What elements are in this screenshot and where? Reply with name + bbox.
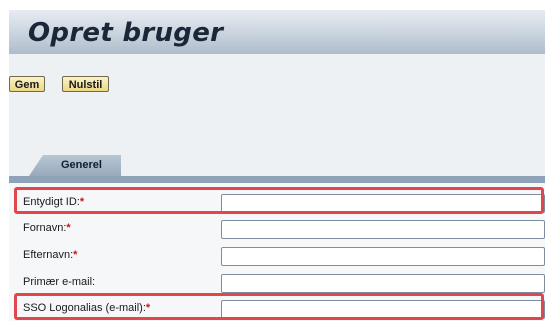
first-name-label: Fornavn:* [23,222,71,234]
required-marker: * [66,222,71,234]
sso-alias-label: SSO Logonalias (e-mail):* [23,302,151,314]
primary-email-label: Primær e-mail: [23,276,96,288]
required-marker: * [73,249,78,261]
sso-alias-input[interactable] [221,300,545,319]
form-row-last-name: Efternavn:* [9,244,545,266]
primary-email-input[interactable] [221,274,545,293]
first-name-input[interactable] [221,220,545,239]
user-form: Entydigt ID:* Fornavn:* Efternavn:* Prim… [9,183,545,321]
form-row-sso-alias: SSO Logonalias (e-mail):* [9,297,545,319]
unique-id-label: Entydigt ID:* [23,196,85,208]
toolbar: Gem Nulstil [9,54,545,152]
form-row-primary-email: Primær e-mail: [9,271,545,293]
form-row-first-name: Fornavn:* [9,217,545,239]
form-row-unique-id: Entydigt ID:* [9,191,545,213]
required-marker: * [145,302,151,314]
page-title: Opret bruger [28,18,224,48]
reset-button[interactable]: Nulstil [62,76,109,92]
last-name-input[interactable] [221,247,545,266]
tab-generel[interactable]: Generel [29,155,121,176]
tab-label: Generel [61,159,102,171]
last-name-label: Efternavn:* [23,249,78,261]
required-marker: * [79,196,85,208]
unique-id-input[interactable] [221,194,545,213]
tabstrip: Generel [9,152,545,183]
page-header: Opret bruger [9,10,545,54]
save-button[interactable]: Gem [9,76,45,92]
